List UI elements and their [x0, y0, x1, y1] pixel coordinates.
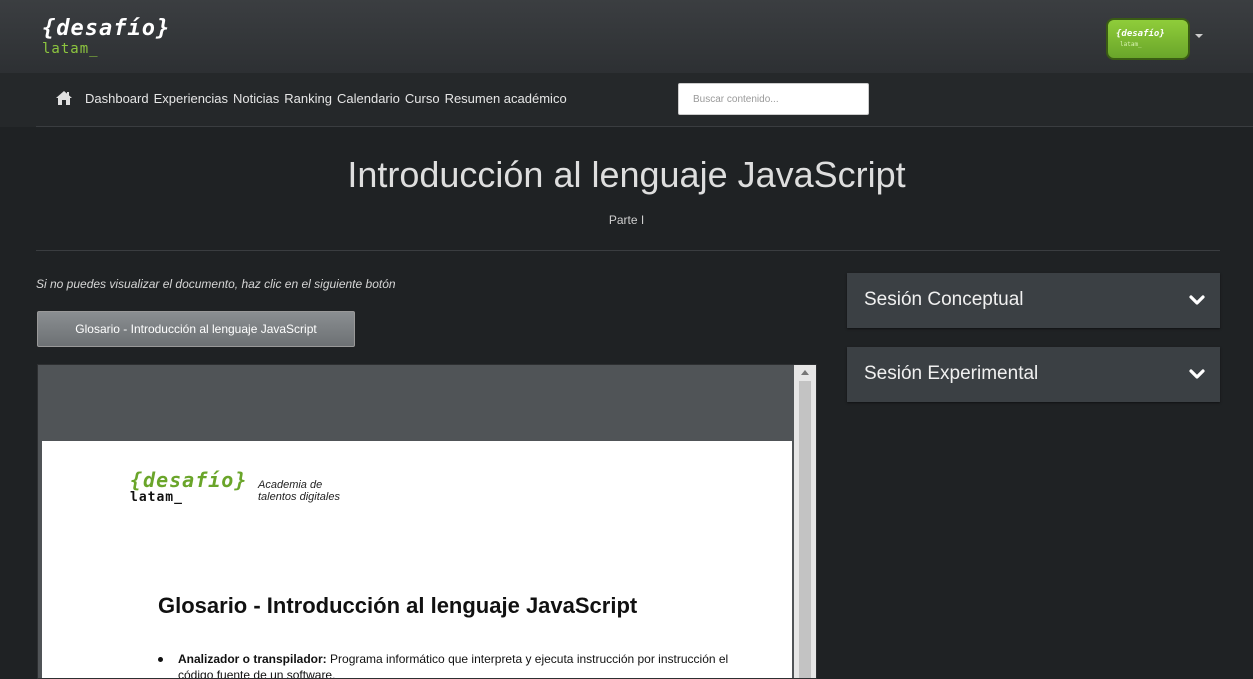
document-logo-sub: latam_	[130, 490, 183, 505]
nav-item-experiencias[interactable]: Experiencias	[154, 91, 228, 107]
chevron-down-icon	[1189, 295, 1205, 305]
document-page: {desafío} latam_ Academia de talentos di…	[42, 441, 792, 678]
document-logo: {desafío} latam_	[130, 469, 247, 505]
avatar[interactable]: {desafío} latam_	[1106, 18, 1190, 60]
document-viewer[interactable]: {desafío} latam_ Academia de talentos di…	[37, 364, 817, 679]
document-tagline-line2: talentos digitales	[258, 491, 340, 503]
page-subtitle: Parte I	[608, 213, 645, 227]
document-tagline-line1: Academia de	[258, 479, 323, 491]
nav-item-resumen-academico[interactable]: Resumen académico	[445, 91, 567, 107]
main-nav: Dashboard Experiencias Noticias Ranking …	[85, 91, 567, 107]
document-bullet-text: Analizador o transpilador: Programa info…	[178, 651, 738, 678]
nav-item-calendario[interactable]: Calendario	[337, 91, 400, 107]
bullet-dot-icon	[158, 657, 163, 662]
avatar-logo-sub: latam_	[1120, 41, 1142, 48]
nav-item-curso[interactable]: Curso	[405, 91, 440, 107]
chevron-down-icon	[1189, 369, 1205, 379]
bullet-term: Analizador o transpilador:	[178, 652, 327, 666]
scroll-up-icon[interactable]	[798, 367, 812, 381]
document-heading: Glosario - Introducción al lenguaje Java…	[158, 593, 638, 618]
brand-logo-main: {desafío}	[42, 16, 171, 41]
title-divider	[36, 250, 1220, 251]
home-icon[interactable]	[55, 90, 73, 106]
brand-logo-sub: latam_	[42, 41, 99, 57]
page-title: Introducción al lenguaje JavaScript	[347, 154, 906, 195]
document-tagline: Academia de talentos digitales	[258, 479, 340, 503]
nav-item-dashboard[interactable]: Dashboard	[85, 91, 149, 107]
accordion-sesion-experimental[interactable]: Sesión Experimental	[847, 347, 1220, 402]
brand-logo[interactable]: {desafío} latam_	[42, 16, 171, 57]
accordion-sesion-conceptual[interactable]: Sesión Conceptual	[847, 273, 1220, 328]
accordion-label: Sesión Conceptual	[864, 289, 1024, 310]
nav-divider	[36, 126, 1253, 127]
avatar-logo-main: {desafío}	[1116, 29, 1165, 39]
open-document-button[interactable]: Glosario - Introducción al lenguaje Java…	[37, 311, 355, 347]
document-logo-main: {desafío}	[130, 468, 248, 492]
viewer-scrollbar[interactable]	[794, 365, 816, 678]
nav-item-ranking[interactable]: Ranking	[284, 91, 332, 107]
scrollbar-thumb[interactable]	[799, 381, 811, 678]
user-menu-caret-icon[interactable]	[1193, 30, 1207, 42]
nav-item-noticias[interactable]: Noticias	[233, 91, 279, 107]
accordion-label: Sesión Experimental	[864, 363, 1039, 384]
search-input[interactable]	[678, 83, 869, 115]
top-bar: {desafío} latam_ {desafío} latam_	[0, 0, 1253, 73]
document-help-text: Si no puedes visualizar el documento, ha…	[36, 277, 396, 291]
